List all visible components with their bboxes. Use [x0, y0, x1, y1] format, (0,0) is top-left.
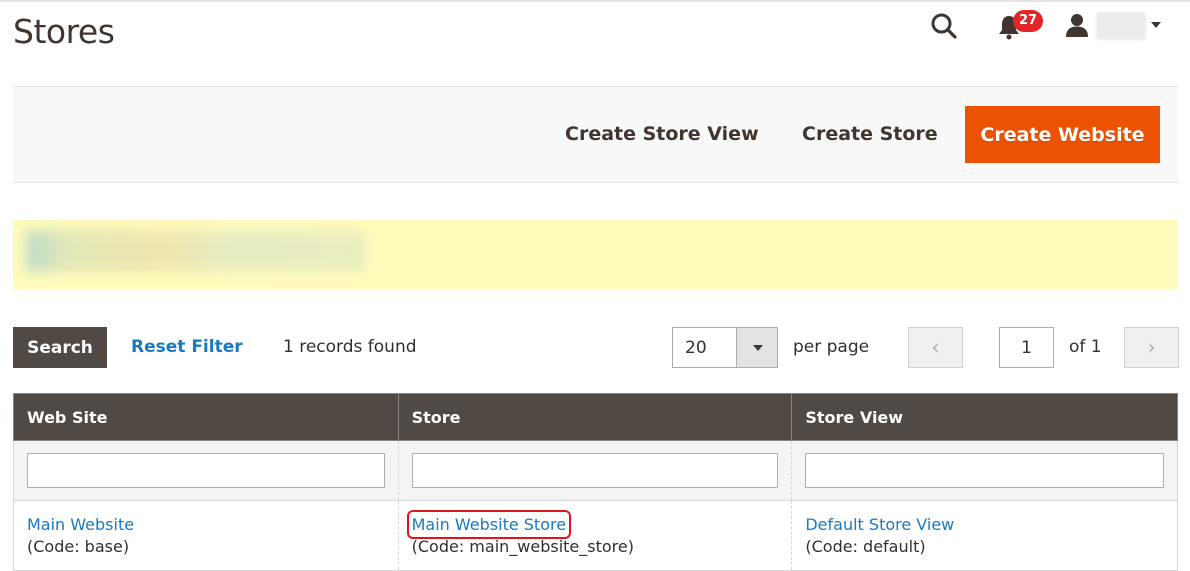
per-page-label: per page — [793, 337, 870, 357]
current-page-input[interactable] — [999, 327, 1054, 368]
create-store-button[interactable]: Create Store — [802, 123, 938, 145]
stores-grid: Web Site Store Store View Main Website (… — [13, 393, 1178, 571]
page-title: Stores — [13, 12, 115, 51]
search-icon[interactable] — [930, 12, 958, 40]
create-store-view-button[interactable]: Create Store View — [565, 123, 759, 145]
message-text-redacted — [26, 230, 366, 272]
store-filter-input[interactable] — [411, 453, 779, 488]
grid-header-row: Web Site Store Store View — [13, 393, 1178, 441]
total-pages-label: of 1 — [1069, 337, 1102, 357]
table-row: Main Website (Code: base) Main Website S… — [13, 500, 1178, 571]
column-header-website[interactable]: Web Site — [13, 393, 399, 441]
caret-down-icon[interactable] — [1151, 22, 1161, 28]
store-view-filter-input[interactable] — [805, 453, 1164, 488]
message-notice — [13, 220, 1178, 289]
per-page-value: 20 — [685, 338, 707, 358]
store-link[interactable]: Main Website Store — [406, 509, 572, 539]
notification-count-badge[interactable]: 27 — [1013, 10, 1044, 32]
filter-cell-store — [397, 440, 793, 501]
per-page-select[interactable]: 20 — [672, 327, 778, 368]
filter-cell-website — [13, 440, 399, 501]
chevron-left-icon: ‹ — [931, 335, 940, 359]
store-view-link[interactable]: Default Store View — [805, 515, 954, 534]
website-code: (Code: base) — [27, 536, 130, 556]
previous-page-button[interactable]: ‹ — [908, 327, 963, 368]
next-page-button[interactable]: › — [1124, 327, 1179, 368]
store-view-cell: Default Store View (Code: default) — [791, 500, 1178, 571]
store-cell: Main Website Store (Code: main_website_s… — [397, 500, 793, 571]
column-header-store[interactable]: Store — [397, 393, 793, 441]
store-code: (Code: main_website_store) — [411, 536, 634, 556]
chevron-right-icon: › — [1147, 335, 1156, 359]
create-website-button[interactable]: Create Website — [965, 106, 1160, 163]
user-icon[interactable] — [1065, 13, 1089, 37]
filter-cell-store-view — [791, 440, 1178, 501]
store-view-code: (Code: default) — [805, 536, 926, 556]
website-cell: Main Website (Code: base) — [13, 500, 399, 571]
website-link[interactable]: Main Website — [27, 515, 134, 534]
top-divider — [0, 0, 1190, 2]
reset-filter-link[interactable]: Reset Filter — [131, 337, 243, 357]
filter-row — [13, 440, 1178, 501]
search-button[interactable]: Search — [13, 327, 107, 368]
chevron-down-icon[interactable] — [736, 328, 777, 367]
records-found-count: 1 records found — [283, 337, 417, 357]
website-filter-input[interactable] — [27, 453, 385, 488]
column-header-store-view[interactable]: Store View — [791, 393, 1178, 441]
user-name-redacted[interactable] — [1096, 12, 1146, 40]
page-actions-bar: Create Store View Create Store Create We… — [13, 86, 1178, 183]
